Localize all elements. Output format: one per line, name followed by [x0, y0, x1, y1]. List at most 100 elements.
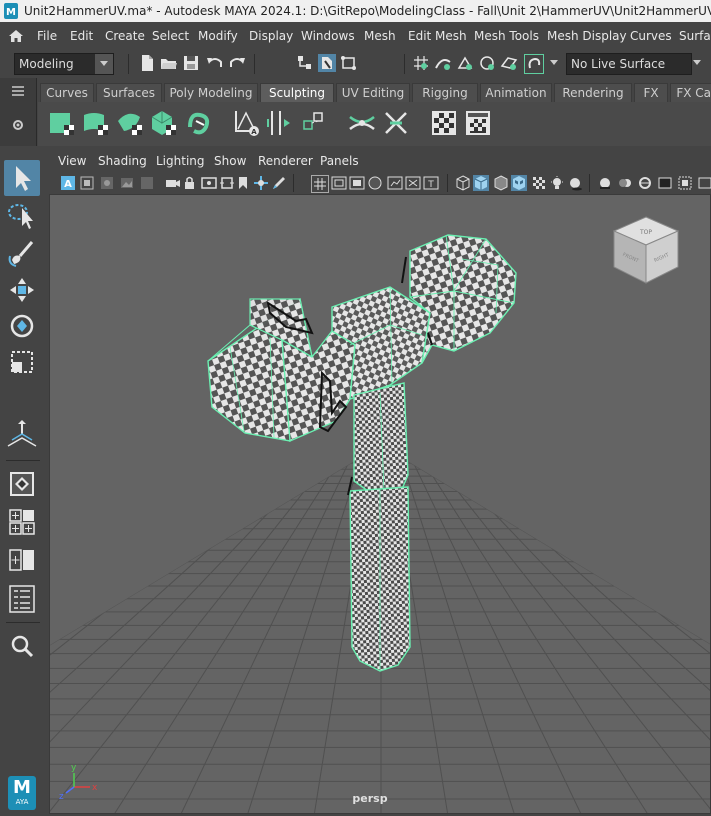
use-all-lights-icon[interactable] — [531, 175, 547, 191]
shelf-tab-uv-editing[interactable]: UV Editing — [336, 83, 410, 102]
lock-camera-icon[interactable] — [183, 175, 199, 191]
home-icon[interactable] — [8, 29, 24, 43]
shelf-tab-surfaces[interactable]: Surfaces — [96, 83, 162, 102]
live-surface-icon[interactable] — [524, 54, 544, 74]
shelf-tab-curves[interactable]: Curves — [40, 83, 94, 102]
shelf-tab-sculpting[interactable]: Sculpting — [260, 83, 334, 102]
menu-modify[interactable]: Modify — [198, 29, 238, 43]
select-by-component-icon[interactable] — [340, 54, 358, 72]
safe-title-icon[interactable]: T — [423, 175, 439, 191]
four-view-layout[interactable] — [4, 504, 40, 540]
move-tool[interactable] — [4, 272, 40, 308]
scale-tool[interactable] — [4, 344, 40, 380]
chevron-down-icon[interactable] — [550, 60, 558, 66]
persp-outliner-layout[interactable] — [4, 542, 40, 578]
motion-blur-icon[interactable] — [617, 175, 633, 191]
panel-menu-show[interactable]: Show — [214, 154, 246, 168]
select-tool[interactable] — [4, 160, 40, 196]
resolution-gate-icon[interactable] — [219, 175, 235, 191]
grid-toggle-icon[interactable] — [311, 175, 329, 193]
snap-to-point-icon[interactable] — [456, 54, 474, 72]
unfold-icon[interactable] — [346, 107, 378, 139]
shelf-tab-rendering[interactable]: Rendering — [554, 83, 632, 102]
view-2d-pan-icon[interactable] — [139, 175, 155, 191]
menu-mesh-tools[interactable]: Mesh Tools — [474, 29, 539, 43]
menu-create[interactable]: Create — [105, 29, 145, 43]
shelf-tab-fx[interactable]: FX — [634, 83, 668, 102]
layout-uvs-icon[interactable] — [298, 107, 330, 139]
menu-mesh-display[interactable]: Mesh Display — [547, 29, 627, 43]
menu-edit-mesh[interactable]: Edit Mesh — [408, 29, 467, 43]
chevron-down-icon[interactable] — [693, 60, 701, 66]
automatic-mapping-icon[interactable] — [148, 107, 180, 139]
menu-mesh[interactable]: Mesh — [364, 29, 396, 43]
delete-uvs-icon[interactable] — [380, 107, 412, 139]
perspective-viewport[interactable]: x y z TOP FRONT RIGHT persp — [49, 194, 711, 814]
view-cube[interactable]: TOP FRONT RIGHT — [608, 213, 684, 289]
open-scene-icon[interactable] — [160, 54, 178, 72]
smooth-shade-icon[interactable] — [473, 175, 489, 191]
lasso-tool[interactable] — [4, 198, 40, 234]
planar-mapping-icon[interactable] — [46, 107, 78, 139]
gear-icon[interactable] — [11, 118, 25, 132]
shelf-tab-poly-modeling[interactable]: Poly Modeling — [164, 83, 258, 102]
menu-windows[interactable]: Windows — [301, 29, 355, 43]
shelf-menu-icon[interactable] — [11, 84, 25, 98]
shelf-tab-animation[interactable]: Animation — [480, 83, 552, 102]
shadows-icon[interactable] — [567, 175, 583, 191]
snap-to-surface-icon[interactable] — [500, 54, 518, 72]
bookmarks-icon[interactable] — [99, 175, 115, 191]
panel-menu-shading[interactable]: Shading — [98, 154, 147, 168]
film-gate-overlay-icon[interactable] — [331, 175, 347, 191]
cylindrical-mapping-icon[interactable] — [80, 107, 112, 139]
single-perspective-layout[interactable] — [4, 466, 40, 502]
panel-menu-renderer[interactable]: Renderer — [258, 154, 313, 168]
soft-mod-tool[interactable] — [4, 416, 40, 452]
panel-menu-view[interactable]: View — [58, 154, 86, 168]
menuset-dropdown[interactable]: Modeling — [14, 53, 114, 75]
depth-of-field-icon[interactable] — [657, 175, 673, 191]
cut-sew-icon[interactable] — [264, 107, 296, 139]
spherical-mapping-icon[interactable] — [114, 107, 146, 139]
resolution-overlay-icon[interactable] — [349, 175, 365, 191]
snap-to-curve-icon[interactable] — [434, 54, 452, 72]
panel-menu-panels[interactable]: Panels — [320, 154, 359, 168]
textured-icon[interactable] — [511, 175, 527, 191]
redo-icon[interactable] — [228, 54, 246, 72]
search-tool[interactable] — [4, 628, 40, 664]
select-camera-icon[interactable]: A — [60, 175, 76, 191]
wireframe-icon[interactable] — [455, 175, 471, 191]
menu-curves[interactable]: Curves — [630, 29, 672, 43]
menu-display[interactable]: Display — [249, 29, 293, 43]
rotate-tool[interactable] — [4, 308, 40, 344]
camera-attributes-icon[interactable] — [79, 175, 95, 191]
menu-edit[interactable]: Edit — [70, 29, 93, 43]
uv-editor-icon[interactable]: A — [230, 107, 262, 139]
pan-zoom-icon[interactable] — [253, 175, 269, 191]
safe-action-icon[interactable] — [405, 175, 421, 191]
distortion-display-icon[interactable] — [462, 107, 494, 139]
bookmark-icon[interactable] — [235, 175, 251, 191]
contour-stretch-icon[interactable] — [184, 107, 216, 139]
screen-space-ao-icon[interactable] — [597, 175, 613, 191]
menu-file[interactable]: File — [37, 29, 57, 43]
grease-pencil-icon[interactable] — [271, 175, 287, 191]
multisample-aa-icon[interactable] — [637, 175, 653, 191]
wireframe-on-shaded-icon[interactable] — [493, 175, 509, 191]
checker-map-icon[interactable] — [428, 107, 460, 139]
select-by-hierarchy-icon[interactable] — [296, 54, 314, 72]
isolate-select-icon[interactable] — [677, 175, 693, 191]
xray-icon[interactable] — [697, 175, 711, 191]
live-surface-field[interactable]: No Live Surface — [566, 53, 692, 75]
menu-select[interactable]: Select — [152, 29, 189, 43]
film-gate-icon[interactable] — [201, 175, 217, 191]
image-plane-icon[interactable] — [119, 175, 135, 191]
field-chart-icon[interactable] — [387, 175, 403, 191]
camera-icon[interactable] — [165, 175, 181, 191]
save-scene-icon[interactable] — [182, 54, 200, 72]
gate-mask-icon[interactable] — [367, 175, 383, 191]
menu-surfaces[interactable]: Surfac — [679, 29, 711, 43]
shelf-tab-fx-caching[interactable]: FX Cac — [670, 83, 711, 102]
new-scene-icon[interactable] — [138, 54, 156, 72]
snap-to-grid-icon[interactable] — [412, 54, 430, 72]
